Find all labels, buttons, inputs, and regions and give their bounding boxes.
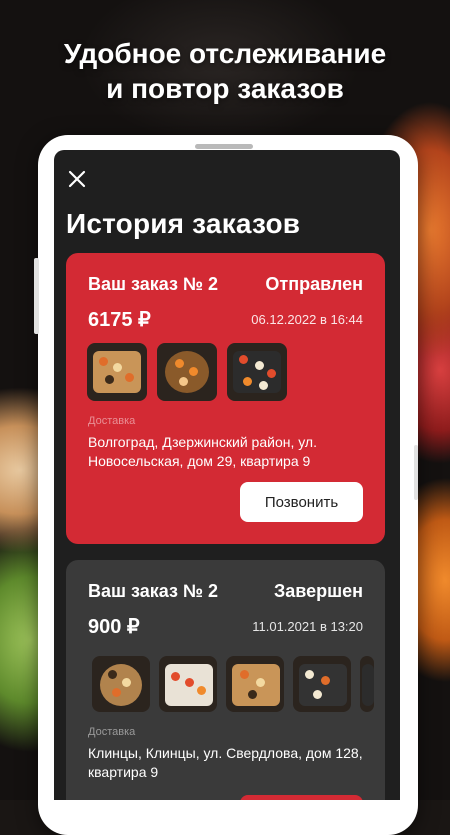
order-number: Ваш заказ № 2 bbox=[88, 581, 218, 601]
phone-side-button bbox=[34, 258, 39, 334]
phone-speaker bbox=[195, 144, 253, 149]
headline-line-1: Удобное отслеживание bbox=[63, 38, 387, 69]
item-thumbnail bbox=[360, 656, 374, 712]
order-status: Отправлен bbox=[265, 274, 363, 294]
order-price: 900 ₽ bbox=[88, 616, 140, 638]
order-date: 11.01.2021 в 13:20 bbox=[252, 619, 363, 634]
delivery-label: Доставка bbox=[88, 415, 136, 427]
item-thumbnail bbox=[226, 656, 284, 712]
item-thumbnail bbox=[87, 343, 147, 401]
order-number: Ваш заказ № 2 bbox=[88, 274, 218, 294]
headline-line-2: и повтор заказов bbox=[106, 73, 344, 104]
order-card[interactable]: Ваш заказ № 2 Отправлен 6175 ₽ 06.12.202… bbox=[66, 253, 385, 544]
delivery-address: Волгоград, Дзержинский район, ул. Новосе… bbox=[88, 434, 317, 469]
item-thumbnail bbox=[293, 656, 351, 712]
order-date: 06.12.2022 в 16:44 bbox=[251, 312, 363, 327]
order-items bbox=[87, 343, 287, 401]
phone-side-button bbox=[414, 445, 418, 500]
page-title: История заказов bbox=[66, 208, 301, 239]
delivery-label: Доставка bbox=[88, 726, 136, 738]
order-status: Завершен bbox=[273, 581, 363, 601]
order-history-screen: История заказов Ваш заказ № 2 Отправлен … bbox=[54, 150, 400, 800]
order-price: 6175 ₽ bbox=[88, 309, 151, 331]
item-thumbnail bbox=[159, 656, 217, 712]
call-button[interactable]: Позвонить bbox=[240, 482, 363, 522]
close-icon[interactable] bbox=[66, 168, 88, 190]
order-card[interactable]: Ваш заказ № 2 Завершен 900 ₽ 11.01.2021 … bbox=[66, 560, 385, 800]
order-items bbox=[92, 656, 374, 712]
item-thumbnail bbox=[157, 343, 217, 401]
item-thumbnail bbox=[227, 343, 287, 401]
item-thumbnail bbox=[92, 656, 150, 712]
delivery-address: Клинцы, Клинцы, ул. Свердлова, дом 128, … bbox=[88, 745, 363, 780]
promo-headline: Удобное отслеживание и повтор заказов bbox=[0, 36, 450, 106]
call-button[interactable] bbox=[240, 795, 363, 800]
